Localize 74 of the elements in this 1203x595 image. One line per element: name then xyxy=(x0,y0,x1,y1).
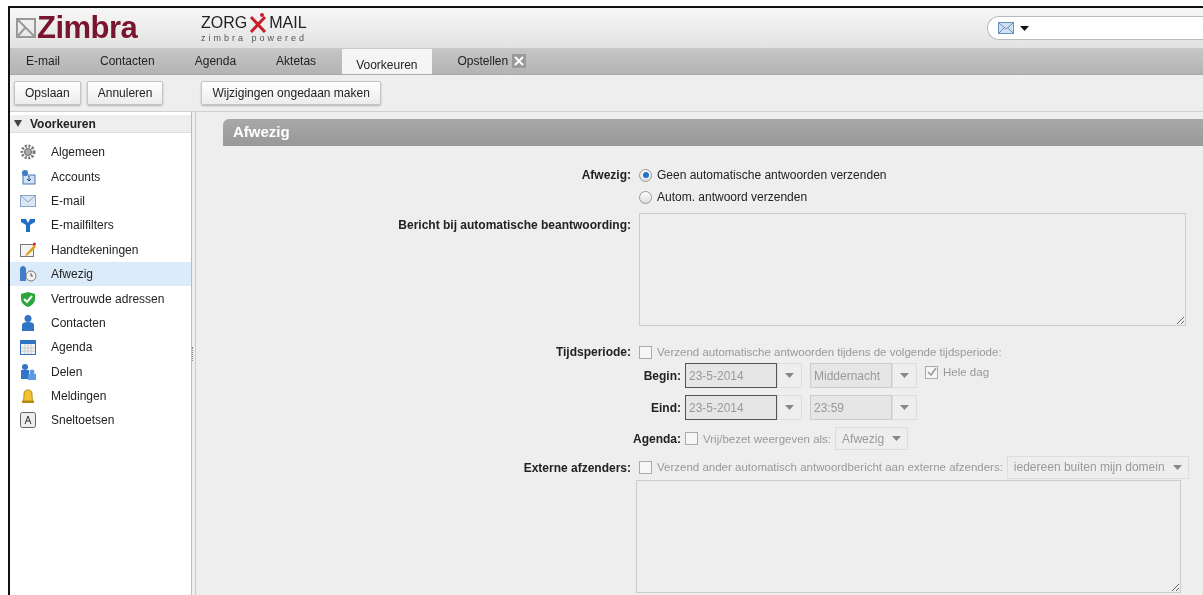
tab[interactable]: Agenda xyxy=(180,49,251,74)
dropdown-button[interactable] xyxy=(777,363,802,388)
sidebar-item[interactable]: Vertrouwde adressen xyxy=(10,286,191,311)
field-label: Afwezig: xyxy=(581,168,631,182)
undo-button[interactable]: Wijzigingen ongedaan maken xyxy=(201,81,381,105)
dropdown-button[interactable] xyxy=(777,395,802,420)
tab[interactable]: Opstellen xyxy=(443,49,541,74)
cross-logo-icon xyxy=(249,13,268,33)
envelope-icon xyxy=(20,194,36,207)
expanded-icon[interactable] xyxy=(14,120,22,127)
brand-name: MAIL xyxy=(269,14,307,32)
signature-icon xyxy=(20,241,36,258)
sidebar-item[interactable]: Algemeen xyxy=(10,140,191,165)
keyboard-key-icon xyxy=(20,412,36,429)
sidebar-item[interactable]: E-mail xyxy=(10,188,191,214)
caret-icon xyxy=(892,436,902,441)
tab[interactable]: Aktetas xyxy=(262,49,331,74)
dropdown-button[interactable] xyxy=(892,363,917,388)
sidebar-item[interactable]: Handtekeningen xyxy=(10,237,191,262)
sidebar-item[interactable]: Sneltoetsen xyxy=(10,408,191,433)
toolbar-button[interactable]: Opslaan xyxy=(14,81,81,105)
radio-button[interactable] xyxy=(639,168,652,182)
sidebar-item[interactable]: Afwezig xyxy=(10,261,191,287)
filter-icon xyxy=(20,217,36,234)
message-field[interactable] xyxy=(636,480,1181,593)
radio-button[interactable] xyxy=(639,190,652,204)
shield-icon xyxy=(20,290,36,307)
logo-icon xyxy=(16,17,36,39)
radio-label: Autom. antwoord verzenden xyxy=(657,190,808,204)
tab[interactable]: Contacten xyxy=(86,49,169,74)
field-label: Externe afzenders: xyxy=(523,461,631,475)
sidebar-item[interactable]: Meldingen xyxy=(10,383,191,409)
message-field[interactable] xyxy=(639,213,1186,326)
caret-icon xyxy=(900,373,909,378)
caret-icon xyxy=(785,405,794,410)
field-label: Begin: xyxy=(643,368,681,383)
bell-icon xyxy=(20,388,36,405)
field-label: Tijdsperiode: xyxy=(555,345,631,359)
account-icon xyxy=(20,168,36,185)
caret-icon xyxy=(900,405,909,410)
field-label: Agenda: xyxy=(633,431,681,446)
checkbox-label: Verzend ander automatisch antwoordbericht aan externe afzenders: xyxy=(657,461,1003,473)
tab[interactable]: E-mail xyxy=(12,49,74,74)
gear-icon xyxy=(20,144,36,161)
sidebar-item[interactable]: Delen xyxy=(10,359,191,384)
section-header: Afwezig xyxy=(223,119,1203,146)
person-clock-icon xyxy=(19,266,37,283)
tree-header[interactable]: Voorkeuren xyxy=(10,115,191,133)
radio-label: Geen automatische antwoorden verzenden xyxy=(657,168,887,182)
field-label: Bericht bij automatische beantwoording: xyxy=(398,218,631,232)
sidebar-item[interactable]: Contacten xyxy=(10,310,191,336)
checkbox-label: Hele dag xyxy=(943,366,990,378)
sidebar-item[interactable]: Agenda xyxy=(10,335,191,360)
caret-icon xyxy=(1172,464,1182,470)
logo: Zimbra xyxy=(37,11,138,45)
field-label: Eind: xyxy=(651,400,681,415)
checkbox-label: Vrij/bezet weergeven als: xyxy=(703,432,832,445)
mail-icon xyxy=(998,22,1014,34)
person-icon xyxy=(22,314,34,331)
dropdown-button[interactable] xyxy=(892,395,917,420)
caret-icon xyxy=(1020,25,1029,31)
splitter-handle[interactable] xyxy=(192,346,195,361)
brand-name: ZORG xyxy=(201,14,248,32)
toolbar-button[interactable]: Annuleren xyxy=(86,81,164,105)
brand-tagline: zimbra powered xyxy=(201,33,308,43)
checkbox-label: Verzend automatische antwoorden tijdens de volgende tijdsperiode: xyxy=(657,346,1002,358)
calendar-icon xyxy=(20,339,36,356)
people-icon xyxy=(20,363,36,380)
sidebar-item[interactable]: Accounts xyxy=(10,164,191,189)
tab[interactable]: Voorkeuren xyxy=(342,49,432,74)
sidebar-item[interactable]: E-mailfilters xyxy=(10,213,191,238)
search-field[interactable] xyxy=(987,16,1203,40)
close-icon[interactable] xyxy=(512,54,527,68)
caret-icon xyxy=(785,373,794,378)
